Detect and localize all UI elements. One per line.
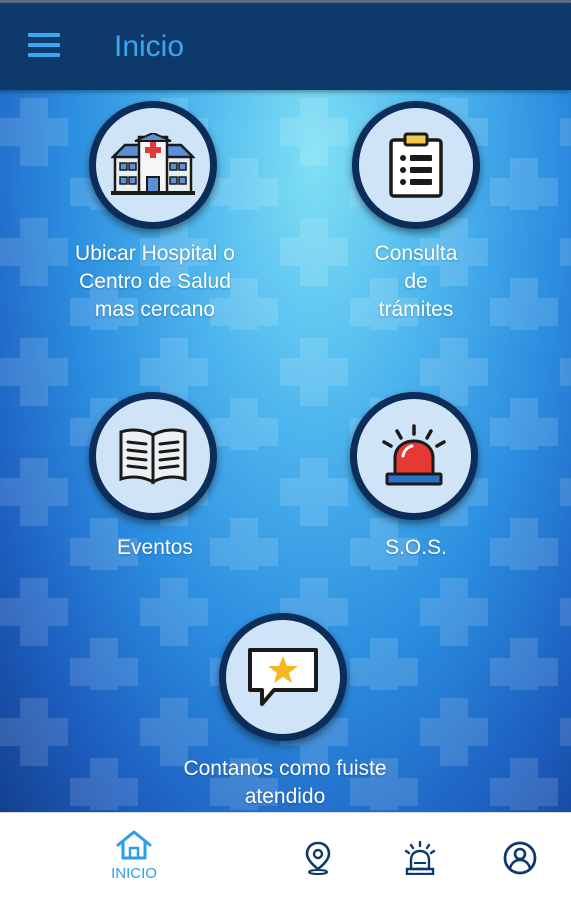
home-icon (116, 830, 152, 860)
home-content: Ubicar Hospital o Centro de Salud mas ce… (0, 90, 571, 812)
hospital-icon-circle (89, 101, 217, 229)
label-line: de (404, 270, 428, 293)
tile-feedback[interactable]: Contanos como fuiste atendido (140, 605, 430, 812)
app-bar: Inicio (0, 3, 571, 90)
hamburger-menu-icon[interactable] (28, 33, 62, 59)
nav-item-location[interactable] (300, 841, 336, 875)
nav-label-inicio: INICIO (111, 865, 157, 882)
label-line: S.O.S. (385, 536, 447, 559)
tile-consulta-tramites[interactable]: Consulta de trámites (300, 90, 571, 330)
tile-sos-label: S.O.S. (316, 534, 516, 562)
nav-item-sos[interactable] (402, 841, 438, 875)
label-line: atendido (244, 785, 326, 808)
label-line: trámites (378, 298, 454, 321)
tile-sos[interactable]: S.O.S. (300, 380, 571, 560)
emergency-siren-icon (382, 424, 446, 486)
user-profile-icon (503, 841, 537, 875)
siren-icon (404, 841, 436, 875)
feedback-icon-circle (219, 613, 347, 741)
star-message-icon (248, 648, 318, 706)
tile-hospital-label: Ubicar Hospital o Centro de Salud mas ce… (35, 240, 275, 324)
siren-icon-circle (350, 392, 478, 520)
label-line: Ubicar Hospital o (75, 242, 235, 265)
page-title: Inicio (114, 30, 185, 63)
location-pin-icon (305, 841, 331, 875)
book-icon-circle (89, 392, 217, 520)
bottom-navigation: INICIO (0, 812, 571, 900)
tile-hospital[interactable]: Ubicar Hospital o Centro de Salud mas ce… (0, 90, 300, 330)
open-book-icon (119, 428, 187, 485)
tile-consulta-label: Consulta de trámites (336, 240, 496, 324)
tile-eventos[interactable]: Eventos (0, 380, 300, 560)
clipboard-icon (389, 132, 443, 198)
label-line: mas cercano (94, 298, 216, 321)
label-line: Consulta (374, 242, 458, 265)
tile-eventos-label: Eventos (55, 534, 255, 562)
tile-feedback-label: Contanos como fuiste atendido (145, 755, 425, 811)
label-line: Centro de Salud (79, 270, 231, 293)
label-line: Contanos como fuiste (183, 757, 387, 780)
hospital-icon (111, 133, 195, 195)
nav-item-profile[interactable] (502, 841, 538, 875)
nav-item-inicio[interactable]: INICIO (100, 829, 168, 882)
label-line: Eventos (117, 536, 193, 559)
clipboard-icon-circle (352, 101, 480, 229)
